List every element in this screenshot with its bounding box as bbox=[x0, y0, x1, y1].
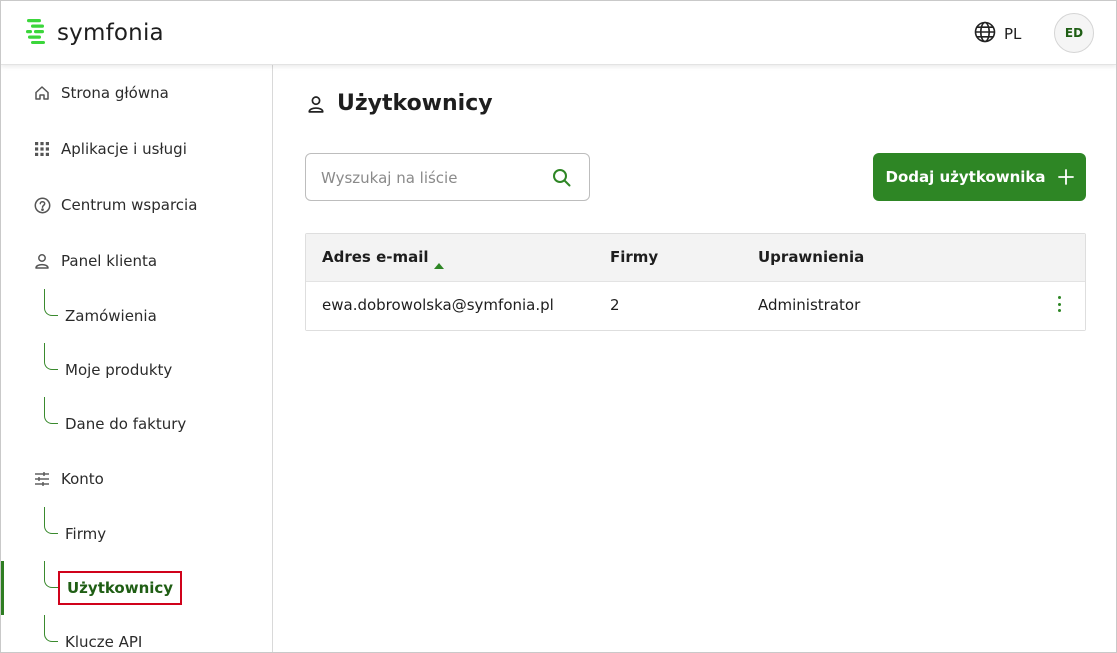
sidebar-subitem-firms[interactable]: Firmy bbox=[65, 523, 106, 545]
language-label: PL bbox=[1004, 25, 1022, 43]
cell-firms: 2 bbox=[610, 296, 620, 314]
row-actions-menu-icon[interactable] bbox=[1054, 294, 1064, 314]
help-circle-icon bbox=[33, 196, 51, 214]
sidebar-item-support[interactable]: Centrum wsparcia bbox=[33, 193, 197, 217]
users-table: Adres e-mail Firmy Uprawnienia ewa.dobro… bbox=[305, 233, 1086, 331]
column-header-firms[interactable]: Firmy bbox=[610, 248, 658, 266]
sidebar-item-apps[interactable]: Aplikacje i usługi bbox=[33, 137, 187, 161]
symfonia-logo[interactable]: symfonia bbox=[25, 19, 164, 47]
sidebar-item-label: Aplikacje i usługi bbox=[61, 140, 187, 158]
home-icon bbox=[33, 84, 51, 102]
sidebar-item-account[interactable]: Konto bbox=[33, 467, 104, 491]
logo-mark-icon bbox=[25, 18, 47, 48]
tree-connector bbox=[44, 343, 58, 370]
sidebar-subitem-orders[interactable]: Zamówienia bbox=[65, 305, 157, 327]
table-header: Adres e-mail Firmy Uprawnienia bbox=[306, 234, 1085, 282]
sidebar-item-label: Strona główna bbox=[61, 84, 169, 102]
sort-ascending-icon[interactable] bbox=[434, 254, 444, 273]
sidebar-item-home[interactable]: Strona główna bbox=[33, 81, 169, 105]
column-header-email[interactable]: Adres e-mail bbox=[322, 248, 429, 266]
sidebar-item-label: Konto bbox=[61, 470, 104, 488]
user-icon bbox=[307, 95, 325, 113]
tree-connector bbox=[44, 507, 58, 534]
search-box bbox=[305, 153, 590, 201]
plus-icon bbox=[1057, 169, 1074, 185]
add-user-button[interactable]: Dodaj użytkownika bbox=[873, 153, 1086, 201]
sidebar-subitem-users[interactable]: Użytkownicy bbox=[58, 571, 183, 605]
tree-connector bbox=[44, 289, 58, 316]
sidebar-subitem-my-products[interactable]: Moje produkty bbox=[65, 359, 172, 381]
top-bar: symfonia PL ED bbox=[1, 1, 1116, 65]
page-title: Użytkownicy bbox=[307, 91, 493, 116]
sliders-icon bbox=[33, 470, 51, 488]
user-icon bbox=[33, 252, 51, 270]
sidebar-subitem-api-keys[interactable]: Klucze API bbox=[65, 631, 142, 652]
app-window: symfonia PL ED Strona główna Aplikacje i… bbox=[0, 0, 1117, 653]
logo-text: symfonia bbox=[57, 20, 164, 46]
sidebar-item-label: Centrum wsparcia bbox=[61, 196, 198, 214]
grid-icon bbox=[33, 140, 51, 158]
sidebar-item-label: Panel klienta bbox=[61, 252, 158, 270]
active-indicator bbox=[1, 561, 4, 615]
user-avatar[interactable]: ED bbox=[1054, 13, 1094, 53]
tree-connector bbox=[44, 561, 58, 588]
sidebar-item-client-panel[interactable]: Panel klienta bbox=[33, 249, 157, 273]
add-user-button-label: Dodaj użytkownika bbox=[885, 168, 1046, 186]
sidebar-subitem-invoice-data[interactable]: Dane do faktury bbox=[65, 413, 186, 435]
column-header-permissions[interactable]: Uprawnienia bbox=[758, 248, 864, 266]
sidebar: Strona główna Aplikacje i usługi Centrum… bbox=[1, 65, 273, 652]
language-switcher[interactable]: PL bbox=[974, 21, 1021, 47]
main-content: Użytkownicy Dodaj użytkownika Adres e-ma… bbox=[273, 65, 1116, 652]
page-title-text: Użytkownicy bbox=[337, 91, 493, 116]
globe-icon bbox=[974, 21, 996, 47]
search-input[interactable] bbox=[321, 167, 541, 189]
table-row[interactable]: ewa.dobrowolska@symfonia.pl 2 Administra… bbox=[306, 282, 1085, 330]
cell-permissions: Administrator bbox=[758, 296, 861, 314]
cell-email: ewa.dobrowolska@symfonia.pl bbox=[322, 296, 554, 314]
tree-connector bbox=[44, 615, 58, 642]
search-icon[interactable] bbox=[552, 168, 571, 191]
tree-connector bbox=[44, 397, 58, 424]
